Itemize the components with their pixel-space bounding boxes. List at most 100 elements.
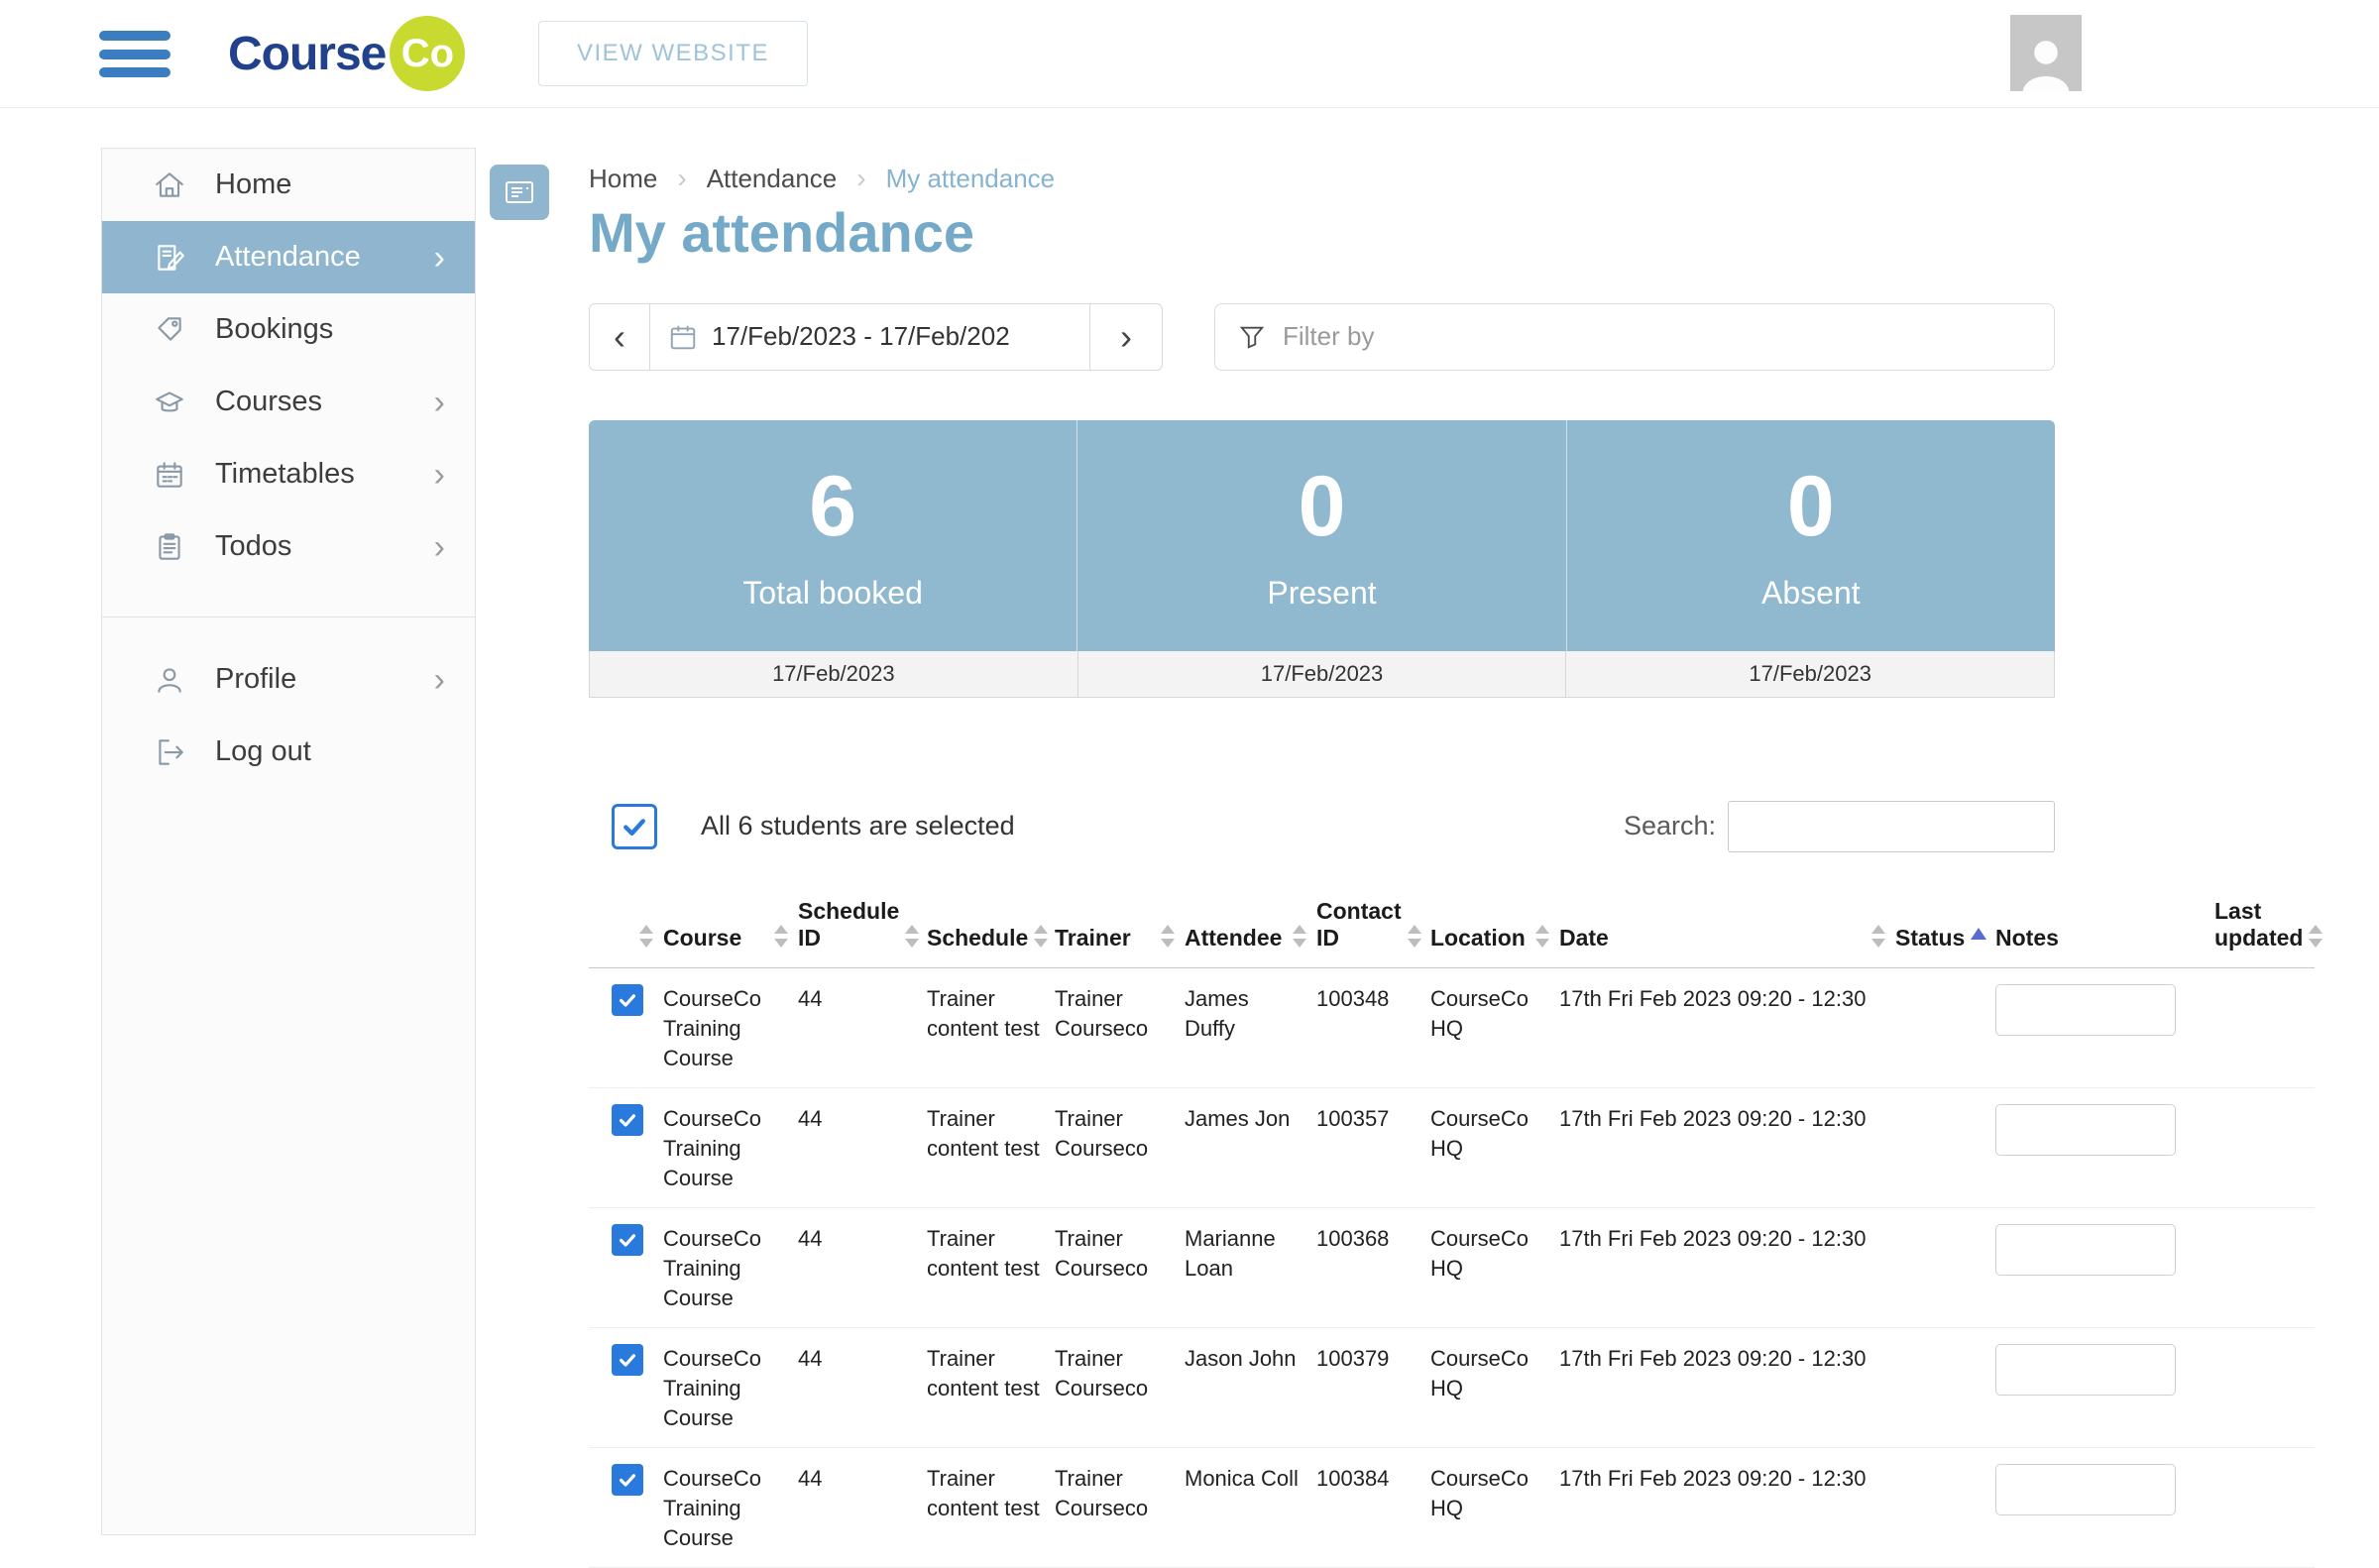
stat-date: 17/Feb/2023 bbox=[590, 651, 1077, 697]
checkmark-icon bbox=[617, 1349, 638, 1371]
breadcrumb-separator-icon: › bbox=[677, 163, 686, 194]
search-label: Search: bbox=[1624, 811, 1716, 841]
sidebar-item-timetables[interactable]: Timetables › bbox=[102, 438, 475, 510]
cell-schedule-id: 44 bbox=[798, 1207, 927, 1327]
filter-box bbox=[1214, 303, 2055, 371]
column-header[interactable]: Last updated bbox=[2214, 886, 2315, 968]
courseco-logo: Course Co bbox=[228, 14, 465, 93]
cell-course: CourseCo Training Course bbox=[663, 1447, 798, 1567]
view-website-button[interactable]: VIEW WEBSITE bbox=[538, 21, 808, 86]
hamburger-menu-icon[interactable] bbox=[99, 31, 170, 77]
sort-arrows-icon bbox=[905, 925, 919, 948]
sidebar-item-courses[interactable]: Courses › bbox=[102, 366, 475, 438]
sort-arrows-icon bbox=[639, 925, 653, 948]
column-header[interactable]: Course bbox=[663, 886, 798, 968]
avatar[interactable] bbox=[2010, 15, 2082, 91]
cell-trainer: Trainer Courseco bbox=[1055, 1087, 1185, 1207]
stat-label: Absent bbox=[1567, 575, 2055, 612]
row-checkbox[interactable] bbox=[612, 1464, 643, 1496]
column-header[interactable]: Contact ID bbox=[1316, 886, 1430, 968]
notes-input[interactable] bbox=[1995, 1104, 2176, 1156]
stat-present: 0 Present bbox=[1076, 420, 1565, 651]
sort-arrows-icon bbox=[1535, 925, 1549, 948]
sidebar-item-attendance[interactable]: Attendance › bbox=[102, 221, 475, 293]
column-header[interactable]: Status bbox=[1895, 886, 1995, 968]
row-checkbox[interactable] bbox=[612, 1104, 643, 1136]
checkmark-icon bbox=[617, 989, 638, 1011]
sidebar-item-home[interactable]: Home bbox=[102, 149, 475, 221]
cell-select bbox=[589, 1087, 663, 1207]
notes-input[interactable] bbox=[1995, 1344, 2176, 1396]
stats-date-strip: 17/Feb/2023 17/Feb/2023 17/Feb/2023 bbox=[589, 651, 2055, 698]
cell-last-updated bbox=[2214, 1087, 2315, 1207]
previous-date-button[interactable]: ‹ bbox=[589, 303, 650, 371]
sort-arrows-icon bbox=[774, 925, 788, 948]
next-date-button[interactable]: › bbox=[1089, 303, 1163, 371]
sort-arrows-icon bbox=[1871, 925, 1885, 948]
column-header[interactable]: Date bbox=[1559, 886, 1895, 968]
date-range-picker[interactable]: 17/Feb/2023 - 17/Feb/202 bbox=[650, 303, 1089, 371]
column-label: Contact ID bbox=[1316, 898, 1402, 952]
column-header[interactable]: Schedule bbox=[927, 886, 1055, 968]
column-label: Location bbox=[1430, 925, 1526, 952]
table-row: CourseCo Training Course 44 Trainer cont… bbox=[589, 1087, 2315, 1207]
notes-input[interactable] bbox=[1995, 1464, 2176, 1515]
sidebar-item-profile[interactable]: Profile › bbox=[102, 643, 475, 716]
cell-trainer: Trainer Courseco bbox=[1055, 1207, 1185, 1327]
cell-attendee: Jason John bbox=[1185, 1327, 1316, 1447]
table-header-row: Course Schedule ID bbox=[589, 886, 2315, 968]
attendance-icon bbox=[152, 240, 187, 276]
cell-status bbox=[1895, 1087, 1995, 1207]
column-header[interactable]: Trainer bbox=[1055, 886, 1185, 968]
sort-arrows-icon bbox=[1161, 925, 1175, 948]
cell-trainer: Trainer Courseco bbox=[1055, 1327, 1185, 1447]
cell-attendee: James Jon bbox=[1185, 1087, 1316, 1207]
select-all-checkbox[interactable] bbox=[612, 804, 657, 849]
search-input[interactable] bbox=[1728, 801, 2055, 852]
cell-schedule-id: 44 bbox=[798, 967, 927, 1087]
logo-badge: Co bbox=[390, 16, 465, 91]
column-header[interactable]: Schedule ID bbox=[798, 886, 927, 968]
sidebar-item-bookings[interactable]: Bookings bbox=[102, 293, 475, 366]
row-checkbox[interactable] bbox=[612, 1344, 643, 1376]
notes-input[interactable] bbox=[1995, 1224, 2176, 1276]
profile-icon bbox=[152, 662, 187, 698]
row-checkbox[interactable] bbox=[612, 1224, 643, 1256]
chevron-right-icon: › bbox=[434, 530, 445, 564]
column-header[interactable]: Attendee bbox=[1185, 886, 1316, 968]
column-label: Last updated bbox=[2214, 898, 2303, 952]
table-row: CourseCo Training Course 44 Trainer cont… bbox=[589, 1327, 2315, 1447]
cell-date: 17th Fri Feb 2023 09:20 - 12:30 bbox=[1559, 1207, 1895, 1327]
checkmark-icon bbox=[617, 1229, 638, 1251]
chevron-right-icon: › bbox=[434, 663, 445, 697]
sidebar: Home Attendance › Bookings Courses › Tim… bbox=[101, 148, 476, 1535]
breadcrumb-home[interactable]: Home bbox=[589, 164, 657, 194]
checkmark-icon bbox=[620, 812, 649, 841]
breadcrumb-current: My attendance bbox=[886, 164, 1056, 194]
breadcrumb-attendance[interactable]: Attendance bbox=[707, 164, 838, 194]
sidebar-item-todos[interactable]: Todos › bbox=[102, 510, 475, 583]
sidebar-item-logout[interactable]: Log out bbox=[102, 716, 475, 788]
filter-input[interactable] bbox=[1281, 320, 2030, 353]
checkmark-icon bbox=[617, 1109, 638, 1131]
main-content: Home › Attendance › My attendance My att… bbox=[589, 149, 2214, 1568]
column-header[interactable] bbox=[589, 886, 663, 968]
cell-contact-id: 100384 bbox=[1316, 1447, 1430, 1567]
cell-notes bbox=[1995, 1207, 2214, 1327]
cell-schedule-id: 44 bbox=[798, 1087, 927, 1207]
controls-row: ‹ 17/Feb/2023 - 17/Feb/202 › bbox=[589, 303, 2055, 371]
date-range-value: 17/Feb/2023 - 17/Feb/202 bbox=[712, 321, 1010, 352]
cell-course: CourseCo Training Course bbox=[663, 1207, 798, 1327]
notes-input[interactable] bbox=[1995, 984, 2176, 1036]
column-header[interactable]: Location bbox=[1430, 886, 1559, 968]
row-checkbox[interactable] bbox=[612, 984, 643, 1016]
stat-date: 17/Feb/2023 bbox=[1565, 651, 2054, 697]
attendance-register-toggle-button[interactable] bbox=[490, 165, 549, 220]
cell-contact-id: 100368 bbox=[1316, 1207, 1430, 1327]
table-row: CourseCo Training Course 44 Trainer cont… bbox=[589, 967, 2315, 1087]
cell-notes bbox=[1995, 1087, 2214, 1207]
cell-location: CourseCo HQ bbox=[1430, 1447, 1559, 1567]
stat-total-booked: 6 Total booked bbox=[589, 420, 1076, 651]
cell-notes bbox=[1995, 1447, 2214, 1567]
cell-schedule: Trainer content test bbox=[927, 1447, 1055, 1567]
